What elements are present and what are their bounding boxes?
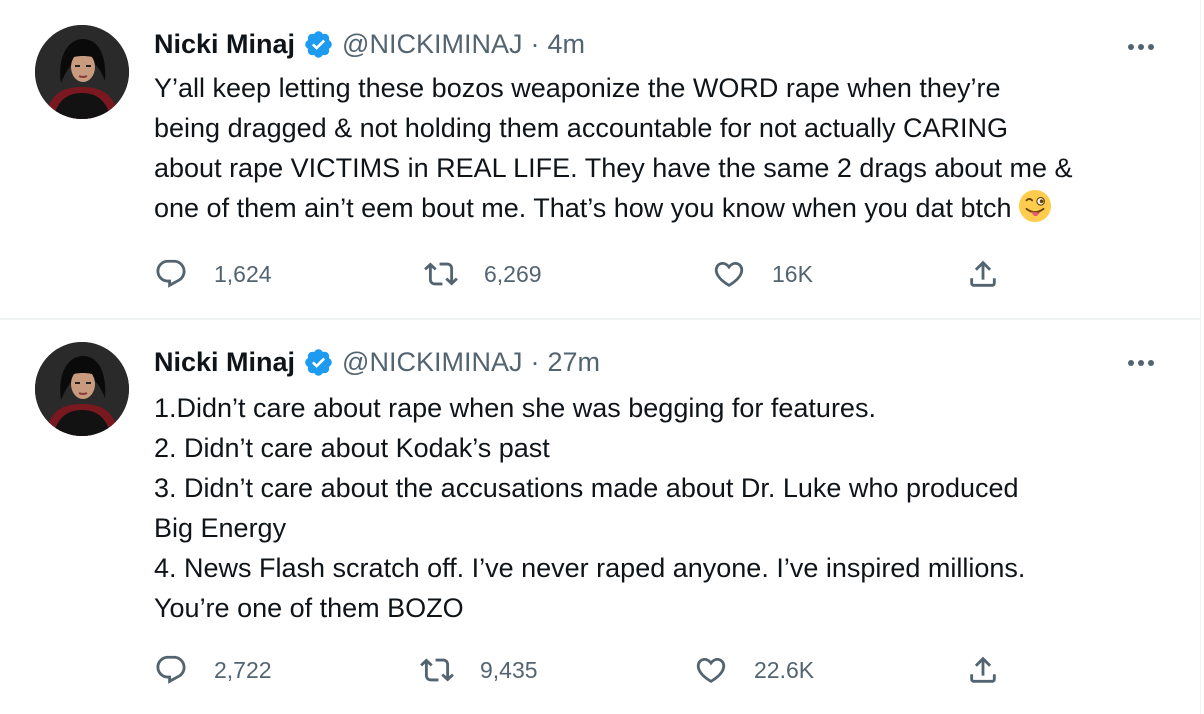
avatar[interactable] [35, 342, 129, 436]
share-icon [970, 656, 996, 683]
retweet-button[interactable]: 9,435 [420, 652, 538, 688]
tweet-header: Nicki Minaj @NICKIMINAJ · 4m [154, 24, 585, 64]
more-icon[interactable] [1128, 356, 1160, 370]
reply-count: 2,722 [214, 656, 272, 683]
tweet-text: Y’all keep letting these bozos weaponize… [154, 68, 1164, 228]
reply-button[interactable]: 2,722 [154, 652, 272, 688]
tweet-text-line: about rape VICTIMS in REAL LIFE. They ha… [154, 153, 1073, 183]
like-icon [714, 261, 744, 287]
tweet[interactable]: Nicki Minaj @NICKIMINAJ · 27m 1.Didn’t c… [0, 320, 1200, 714]
tweet-text-line: being dragged & not holding them account… [154, 113, 1009, 143]
like-icon [696, 657, 726, 683]
tweet-header: Nicki Minaj @NICKIMINAJ · 27m [154, 342, 600, 382]
tweet-text-line: 4. News Flash scratch off. I’ve never ra… [154, 553, 1026, 583]
author-name[interactable]: Nicki Minaj [154, 29, 295, 60]
more-icon[interactable] [1128, 40, 1160, 54]
share-button[interactable] [966, 652, 1000, 688]
tweet-text-line: 2. Didn’t care about Kodak’s past [154, 433, 550, 463]
share-button[interactable] [966, 256, 1000, 292]
tweet-text-line-last: one of them ain’t eem bout me. That’s ho… [154, 188, 1164, 228]
author-name[interactable]: Nicki Minaj [154, 347, 295, 378]
tweet-text-line: 3. Didn’t care about the accusations mad… [154, 473, 1019, 503]
tweet-actions: 2,722 9,435 22.6K [154, 652, 1054, 688]
tweet-text-line: Big Energy [154, 513, 287, 543]
share-icon [970, 260, 996, 287]
like-button[interactable]: 22.6K [694, 652, 814, 688]
like-count: 16K [772, 260, 813, 287]
avatar[interactable] [35, 25, 129, 119]
tweet-text-line: 1.Didn’t care about rape when she was be… [154, 393, 876, 423]
like-button[interactable]: 16K [712, 256, 813, 292]
separator-dot: · [530, 346, 540, 377]
timestamp[interactable]: 27m [547, 347, 600, 378]
avatar-image [35, 25, 129, 119]
retweet-icon [424, 262, 458, 286]
tweet-text-line: Y’all keep letting these bozos weaponize… [154, 73, 1001, 103]
author-handle[interactable]: @NICKIMINAJ [342, 347, 522, 378]
reply-icon [156, 655, 186, 684]
avatar-image [35, 342, 129, 436]
timestamp[interactable]: 4m [547, 29, 585, 60]
retweet-button[interactable]: 6,269 [424, 256, 542, 292]
reply-button[interactable]: 1,624 [154, 256, 272, 292]
reply-count: 1,624 [214, 260, 272, 287]
like-count: 22.6K [754, 656, 815, 683]
tweet-feed: Nicki Minaj @NICKIMINAJ · 4m Y’all keep … [0, 0, 1201, 714]
retweet-count: 6,269 [484, 260, 542, 287]
retweet-icon [420, 658, 454, 682]
verified-badge-icon [305, 348, 332, 376]
author-handle[interactable]: @NICKIMINAJ [342, 29, 522, 60]
separator-dot: · [530, 28, 540, 59]
reply-icon [156, 259, 186, 288]
winking-face-with-tongue-icon [1018, 189, 1051, 223]
tweet-text-line: You’re one of them BOZO [154, 593, 464, 623]
tweet-text: 1.Didn’t care about rape when she was be… [154, 388, 1164, 628]
tweet-actions: 1,624 6,269 16K [154, 256, 1054, 292]
retweet-count: 9,435 [480, 656, 538, 683]
tweet[interactable]: Nicki Minaj @NICKIMINAJ · 4m Y’all keep … [0, 0, 1200, 320]
verified-badge-icon [305, 30, 332, 58]
tweet-text-fragment: one of them ain’t eem bout me. That’s ho… [154, 193, 1012, 223]
